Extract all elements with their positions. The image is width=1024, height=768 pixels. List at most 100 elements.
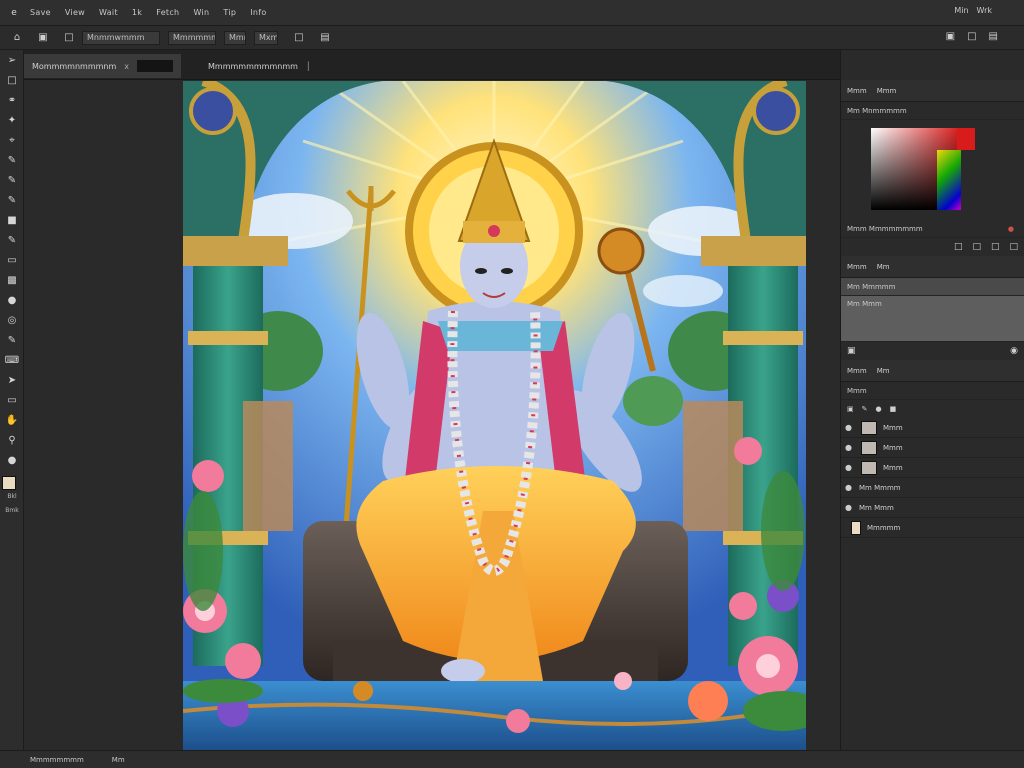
menu-item-2[interactable]: View <box>65 8 85 17</box>
window-control-2[interactable]: Wrk <box>977 6 992 15</box>
color-panel-icons: □ □ □ □ <box>841 238 1024 256</box>
healing-brush-icon[interactable]: ✎ <box>0 170 24 190</box>
visibility-icon[interactable]: ● <box>845 423 855 432</box>
document-icon[interactable]: ▤ <box>318 31 332 45</box>
marquee-tool-icon[interactable]: □ <box>0 70 24 90</box>
layer-thumbnail <box>861 460 877 475</box>
document-canvas[interactable] <box>183 81 806 750</box>
file-icon[interactable]: □ <box>62 31 76 45</box>
option-field-1[interactable]: Mnmmwmmm <box>82 30 160 45</box>
layer-item-6[interactable]: Mmmmm <box>841 518 1024 538</box>
shape-tool-icon[interactable]: ▭ <box>0 390 24 410</box>
option-field-2[interactable]: Mmmmmm <box>168 30 216 45</box>
file-icon[interactable]: □ <box>967 31 976 42</box>
layer-name: Mm Mmm <box>859 503 894 512</box>
path-select-icon[interactable]: ➤ <box>0 370 24 390</box>
dodge-tool-icon[interactable]: ◎ <box>0 310 24 330</box>
document-tab-label-2: Mmmmmmmmmnmm <box>208 61 298 71</box>
toolbar-label-2: Bmk <box>5 507 19 514</box>
visibility-icon[interactable]: ● <box>845 483 855 492</box>
lasso-tool-icon[interactable]: ⚭ <box>0 90 24 110</box>
color-panel-tabs: Mmm Mmm <box>841 80 1024 102</box>
tab-preview-swatch <box>137 60 174 72</box>
home-icon[interactable]: ⌂ <box>10 31 24 45</box>
camera-icon[interactable]: ◉ <box>1010 346 1018 356</box>
option-field-3[interactable]: Mmm <box>224 30 246 45</box>
window-control-1[interactable]: Min <box>954 6 968 15</box>
stamp-tool-icon[interactable]: ■ <box>0 210 24 230</box>
visibility-icon[interactable]: ● <box>845 463 855 472</box>
layer-name: Mmmmm <box>867 523 901 532</box>
crop-icon[interactable]: □ <box>292 31 306 45</box>
tab-channels[interactable]: Mm <box>877 367 890 375</box>
tab-properties[interactable]: Mm <box>877 263 890 271</box>
link-icon[interactable]: ● <box>876 405 882 413</box>
window-icon[interactable]: ▣ <box>946 31 955 42</box>
layer-tool-icons: ▣ ✎ ● ■ <box>841 400 1024 418</box>
visibility-icon[interactable]: ● <box>845 443 855 452</box>
option-field-4[interactable]: Mxm <box>254 30 278 45</box>
layer-item-3[interactable]: ● Mmm <box>841 458 1024 478</box>
menu-item-6[interactable]: Win <box>193 8 209 17</box>
tab-adjustments[interactable]: Mmm <box>847 263 867 271</box>
page-icon[interactable]: □ <box>954 242 963 252</box>
move-tool-icon[interactable]: ➢ <box>0 50 24 70</box>
document-icon[interactable]: ▤ <box>989 31 998 42</box>
magic-wand-icon[interactable]: ✦ <box>0 110 24 130</box>
menu-item-7[interactable]: Tip <box>223 8 236 17</box>
layer-name: Mmm <box>883 423 903 432</box>
brush-tool-icon[interactable]: ✎ <box>0 190 24 210</box>
document-info: Mm <box>111 755 125 764</box>
zoom-level[interactable]: Mmmmmmmm <box>30 756 84 764</box>
blur-tool-icon[interactable]: ● <box>0 290 24 310</box>
page-icon-4[interactable]: □ <box>1009 242 1018 252</box>
eraser-tool-icon[interactable]: ▭ <box>0 250 24 270</box>
tab-close-icon[interactable]: │ <box>306 62 311 71</box>
gradient-tool-icon[interactable]: ▩ <box>0 270 24 290</box>
adjust-row-1[interactable]: Mm Mmmmm <box>841 278 1024 296</box>
document-tab-active[interactable]: Mommmmnmmmnm x <box>24 54 182 78</box>
layer-item-4[interactable]: ● Mm Mmmm <box>841 478 1024 498</box>
pen-tool-icon[interactable]: ✎ <box>0 330 24 350</box>
menu-item-1[interactable]: Save <box>30 8 51 17</box>
tab-layers[interactable]: Mmm <box>847 367 867 375</box>
hand-tool-icon[interactable]: ✋ <box>0 410 24 430</box>
tab-swatches[interactable]: Mmm <box>877 87 897 95</box>
menu-item-5[interactable]: Fetch <box>156 8 179 17</box>
image-icon[interactable]: ▣ <box>36 31 50 45</box>
document-tab-second[interactable]: Mmmmmmmmmnmm │ <box>200 54 319 78</box>
menu-item-8[interactable]: Info <box>250 8 266 17</box>
layer-thumbnail <box>861 440 877 455</box>
current-color-swatch[interactable] <box>957 128 975 150</box>
foreground-color-swatch[interactable] <box>2 476 16 490</box>
lock-icon[interactable]: ▣ <box>847 405 854 413</box>
visibility-icon[interactable]: ● <box>845 503 855 512</box>
color-picker[interactable] <box>841 120 1024 220</box>
layer-item-5[interactable]: ● Mm Mmm <box>841 498 1024 518</box>
crop-tool-icon[interactable]: ⌖ <box>0 130 24 150</box>
layer-thumbnail <box>861 420 877 435</box>
layer-item-2[interactable]: ● Mmm <box>841 438 1024 458</box>
adjust-row-2[interactable]: Mm Mmm <box>841 296 1024 342</box>
fx-icon[interactable]: ■ <box>890 405 897 413</box>
eyedropper-icon[interactable]: ✎ <box>0 150 24 170</box>
document-tab-bar: Mommmmnmmmnm x Mmmmmmmmmnmm │ <box>24 50 840 80</box>
brush-small-icon[interactable]: ✎ <box>862 405 868 413</box>
app-logo-icon[interactable]: e <box>6 7 22 19</box>
type-tool-icon[interactable]: ⌨ <box>0 350 24 370</box>
zoom-tool-icon[interactable]: ⚲ <box>0 430 24 450</box>
menu-item-4[interactable]: 1k <box>132 8 142 17</box>
spectrum-slider[interactable] <box>937 150 961 210</box>
adjust-icon[interactable]: ▣ <box>847 346 856 356</box>
close-icon[interactable]: x <box>124 62 129 71</box>
layer-item-1[interactable]: ● Mmm <box>841 418 1024 438</box>
history-brush-icon[interactable]: ✎ <box>0 230 24 250</box>
record-icon[interactable]: ● <box>1008 225 1014 233</box>
page-icon-2[interactable]: □ <box>972 242 981 252</box>
page-icon-3[interactable]: □ <box>991 242 1000 252</box>
tab-color[interactable]: Mmm <box>847 87 867 95</box>
layers-header: Mmm <box>841 382 1024 400</box>
extra-tool-icon[interactable]: ● <box>0 450 24 470</box>
options-right-icons: ▣ □ ▤ <box>946 31 998 42</box>
menu-item-3[interactable]: Wait <box>99 8 118 17</box>
